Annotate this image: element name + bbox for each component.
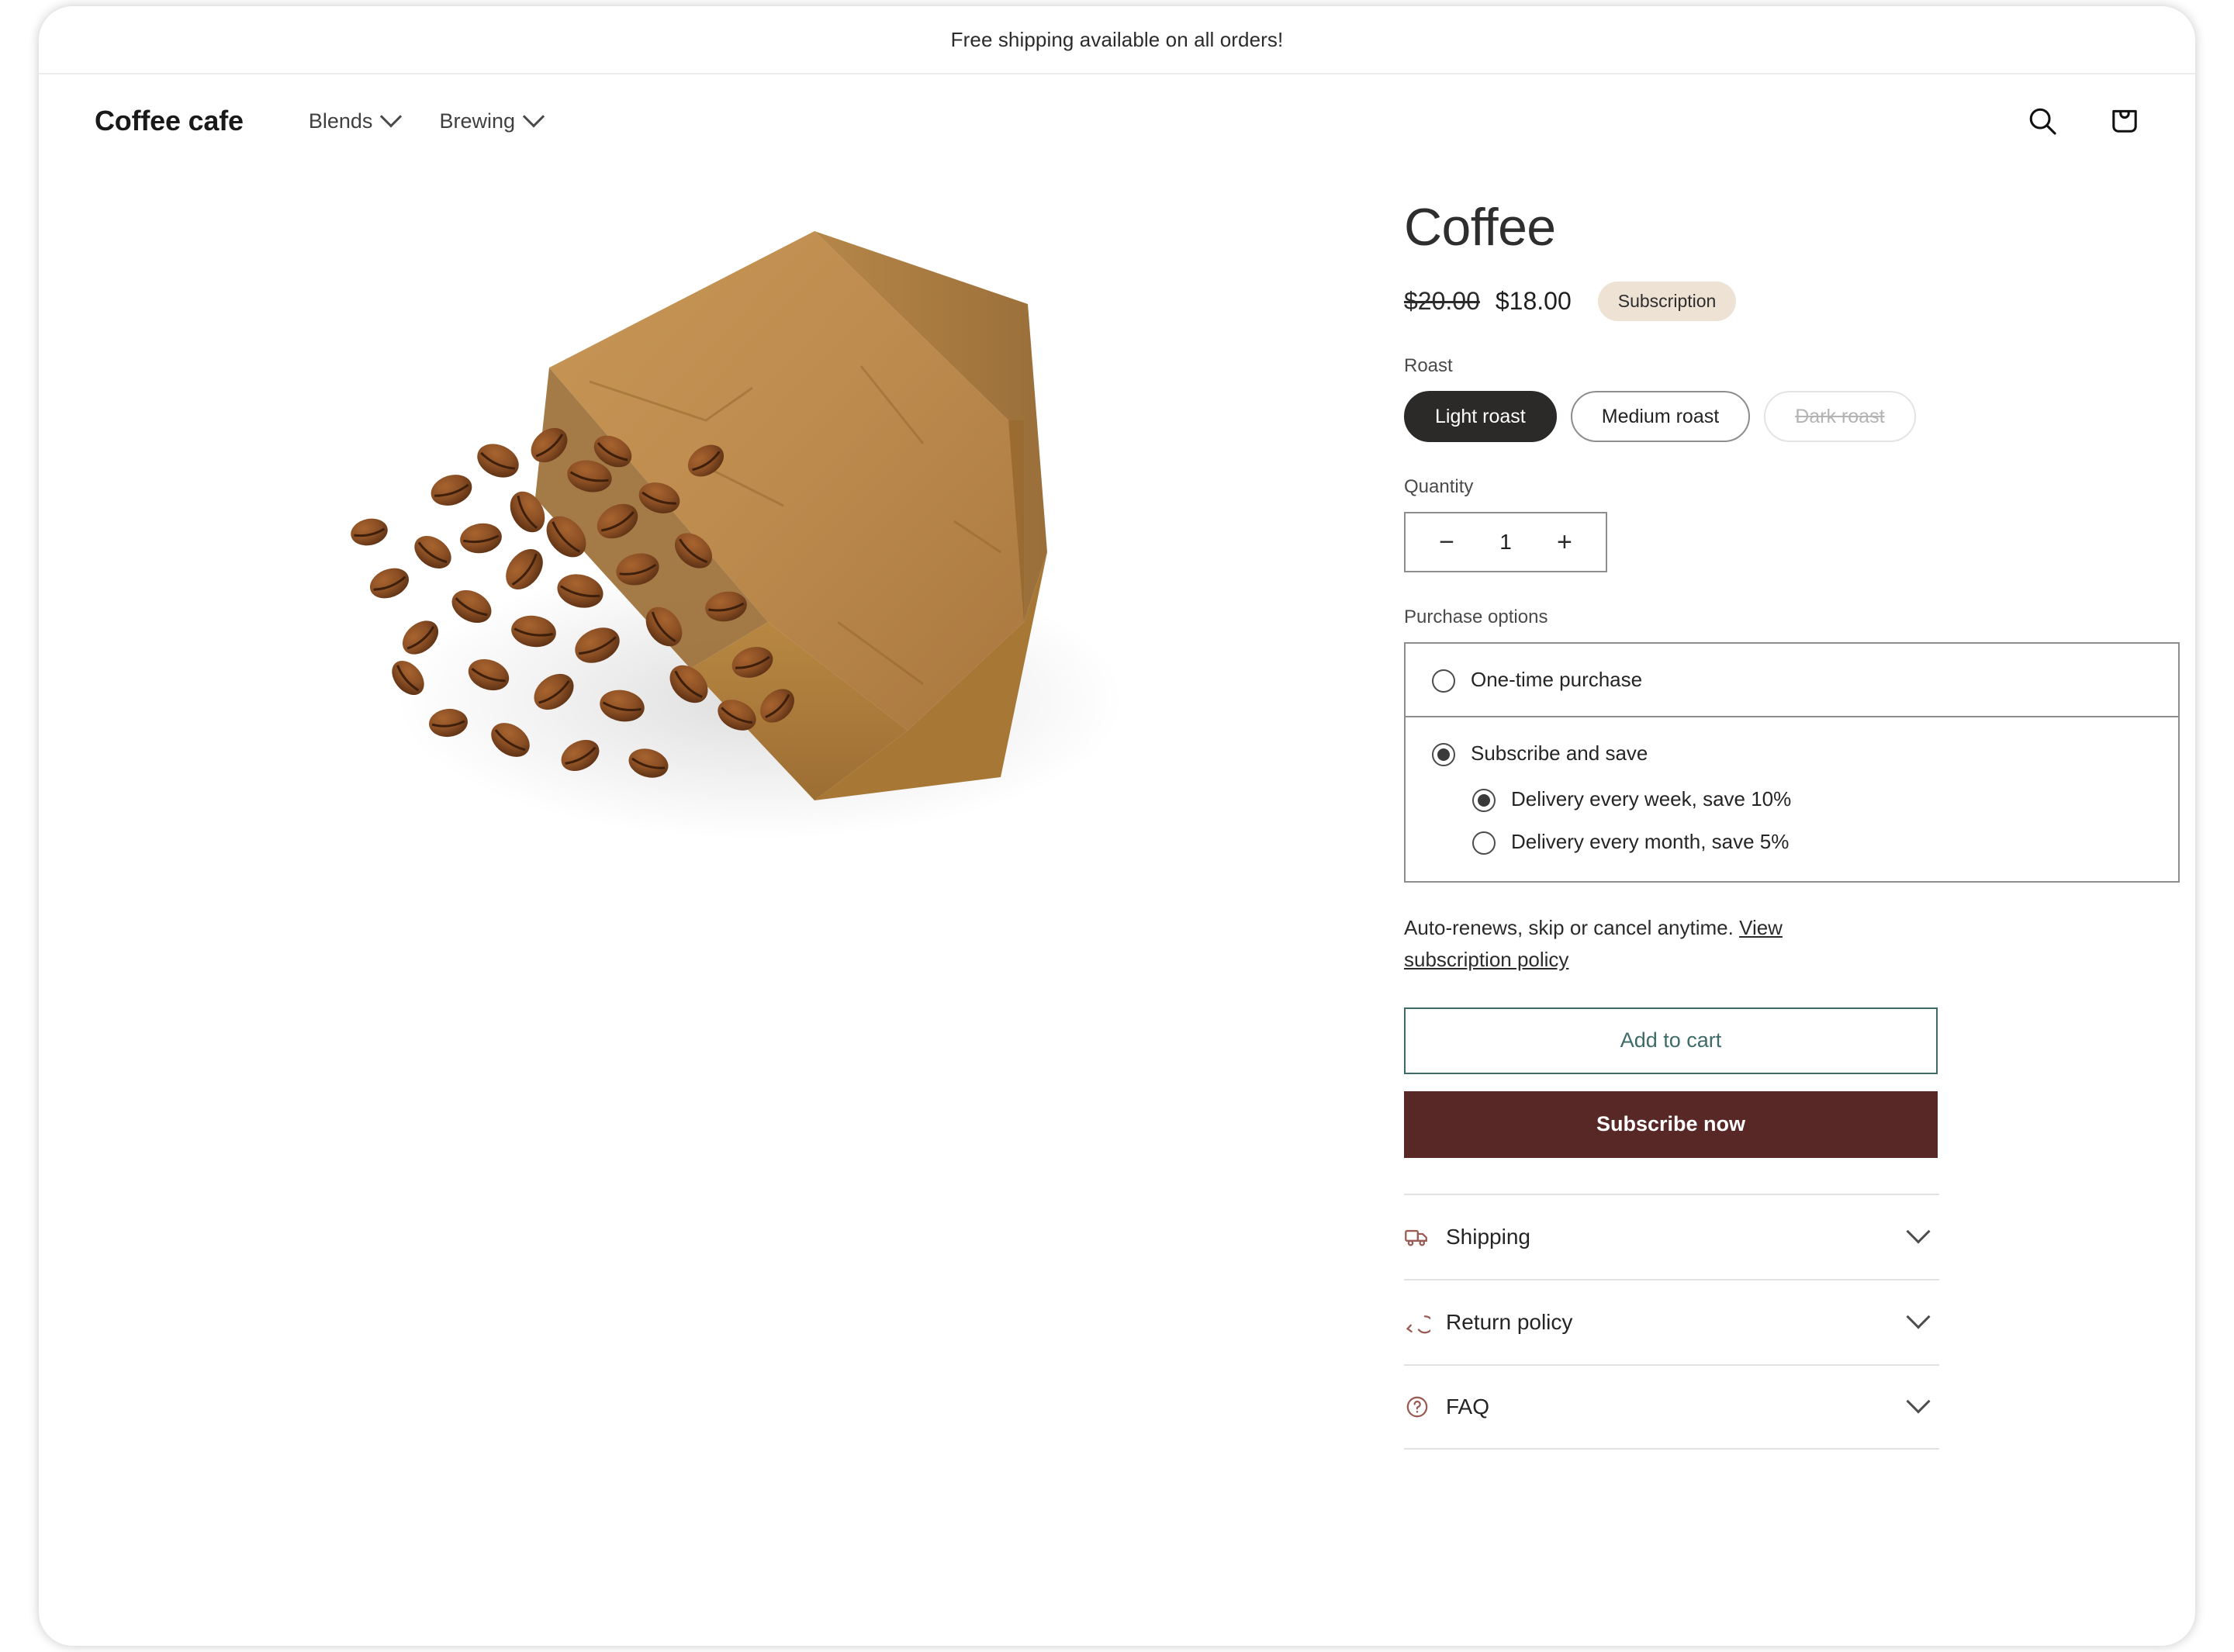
truck-icon	[1404, 1224, 1446, 1250]
header-actions	[2020, 98, 2147, 143]
product-main: Coffee $20.00 $18.00 Subscription Roast …	[39, 168, 2195, 1450]
subscribe-radio-line: Subscribe and save	[1432, 741, 1648, 767]
subscribe-label: Subscribe and save	[1471, 741, 1648, 766]
plan-option-monthly[interactable]: Delivery every month, save 5%	[1472, 829, 1791, 855]
plan-label-weekly: Delivery every week, save 10%	[1511, 787, 1792, 811]
chevron-down-icon	[1906, 1305, 1931, 1329]
current-price: $18.00	[1495, 287, 1572, 316]
nav-item-brewing[interactable]: Brewing	[439, 105, 545, 133]
main-navigation: Blends Brewing	[308, 105, 545, 133]
chevron-down-icon	[380, 105, 403, 128]
roast-options: Light roast Medium roast Dark roast	[1404, 391, 2180, 443]
add-to-cart-button[interactable]: Add to cart	[1404, 1007, 1938, 1074]
subscribe-now-button[interactable]: Subscribe now	[1404, 1090, 1938, 1158]
purchase-option-subscribe[interactable]: Subscribe and save Delivery every week, …	[1406, 716, 2178, 881]
auto-renew-text: Auto-renews, skip or cancel anytime.	[1404, 916, 1740, 940]
browser-page-frame: Free shipping available on all orders! C…	[39, 6, 2195, 1646]
subscription-plan-list: Delivery every week, save 10% Delivery e…	[1472, 786, 1791, 855]
nav-label-brewing: Brewing	[439, 109, 515, 133]
accordion-title-return-policy: Return policy	[1446, 1309, 1573, 1334]
radio-icon-subscribe[interactable]	[1432, 743, 1455, 767]
auto-renew-note: Auto-renews, skip or cancel anytime. Vie…	[1404, 912, 1885, 975]
product-image[interactable]	[225, 188, 1218, 909]
one-time-label: One-time purchase	[1471, 668, 1643, 692]
radio-icon-monthly[interactable]	[1472, 831, 1496, 855]
chevron-down-icon	[1906, 1219, 1931, 1244]
chevron-down-icon	[522, 105, 545, 128]
quantity-label: Quantity	[1404, 476, 1474, 498]
purchase-option-one-time[interactable]: One-time purchase	[1406, 644, 2178, 716]
accordion-row-shipping[interactable]: Shipping	[1404, 1193, 1939, 1279]
chevron-down-icon	[1906, 1389, 1931, 1414]
compare-at-price: $20.00	[1404, 287, 1480, 316]
radio-icon-weekly[interactable]	[1472, 789, 1496, 813]
purchase-options-box: One-time purchase Subscribe and save Del…	[1404, 642, 2180, 883]
coffee-bag-illustration	[225, 188, 1218, 909]
site-header: Coffee cafe Blends Brewing	[39, 74, 2195, 168]
accordion-title-shipping: Shipping	[1446, 1224, 1530, 1249]
nav-label-blends: Blends	[308, 109, 373, 133]
cart-icon	[2112, 109, 2137, 133]
question-circle-icon	[1404, 1394, 1446, 1420]
announcement-bar: Free shipping available on all orders!	[39, 6, 2195, 74]
product-info-column: Coffee $20.00 $18.00 Subscription Roast …	[1404, 168, 2180, 1450]
product-accordion: Shipping Return policy FAQ	[1404, 1193, 1939, 1450]
search-icon	[2029, 108, 2056, 135]
return-arrow-icon	[1404, 1309, 1446, 1336]
plan-label-monthly: Delivery every month, save 5%	[1511, 830, 1790, 854]
brand-logo[interactable]: Coffee cafe	[95, 105, 244, 137]
accordion-title-faq: FAQ	[1446, 1394, 1490, 1419]
plan-option-weekly[interactable]: Delivery every week, save 10%	[1472, 786, 1792, 813]
one-time-radio-line: One-time purchase	[1432, 667, 1642, 693]
quantity-value[interactable]: 1	[1499, 530, 1512, 555]
product-media-column	[39, 168, 1404, 1450]
subscription-badge: Subscription	[1597, 282, 1737, 322]
roast-option-dark: Dark roast	[1764, 391, 1916, 443]
roast-option-medium[interactable]: Medium roast	[1570, 391, 1751, 443]
radio-icon-one-time[interactable]	[1432, 669, 1455, 693]
announcement-text: Free shipping available on all orders!	[950, 27, 1284, 51]
cart-button[interactable]	[2102, 98, 2147, 143]
accordion-row-return-policy[interactable]: Return policy	[1404, 1278, 1939, 1364]
roast-label: Roast	[1404, 355, 1453, 377]
quantity-decrease-button[interactable]: −	[1426, 521, 1468, 563]
nav-item-blends[interactable]: Blends	[308, 105, 403, 133]
roast-option-light[interactable]: Light roast	[1404, 391, 1557, 443]
accordion-row-faq[interactable]: FAQ	[1404, 1363, 1939, 1450]
quantity-stepper: − 1 +	[1404, 512, 1607, 573]
search-button[interactable]	[2020, 98, 2065, 143]
product-title: Coffee	[1404, 198, 1556, 257]
price-row: $20.00 $18.00 Subscription	[1404, 282, 2180, 322]
quantity-increase-button[interactable]: +	[1544, 521, 1586, 563]
purchase-options-label: Purchase options	[1404, 607, 1548, 628]
